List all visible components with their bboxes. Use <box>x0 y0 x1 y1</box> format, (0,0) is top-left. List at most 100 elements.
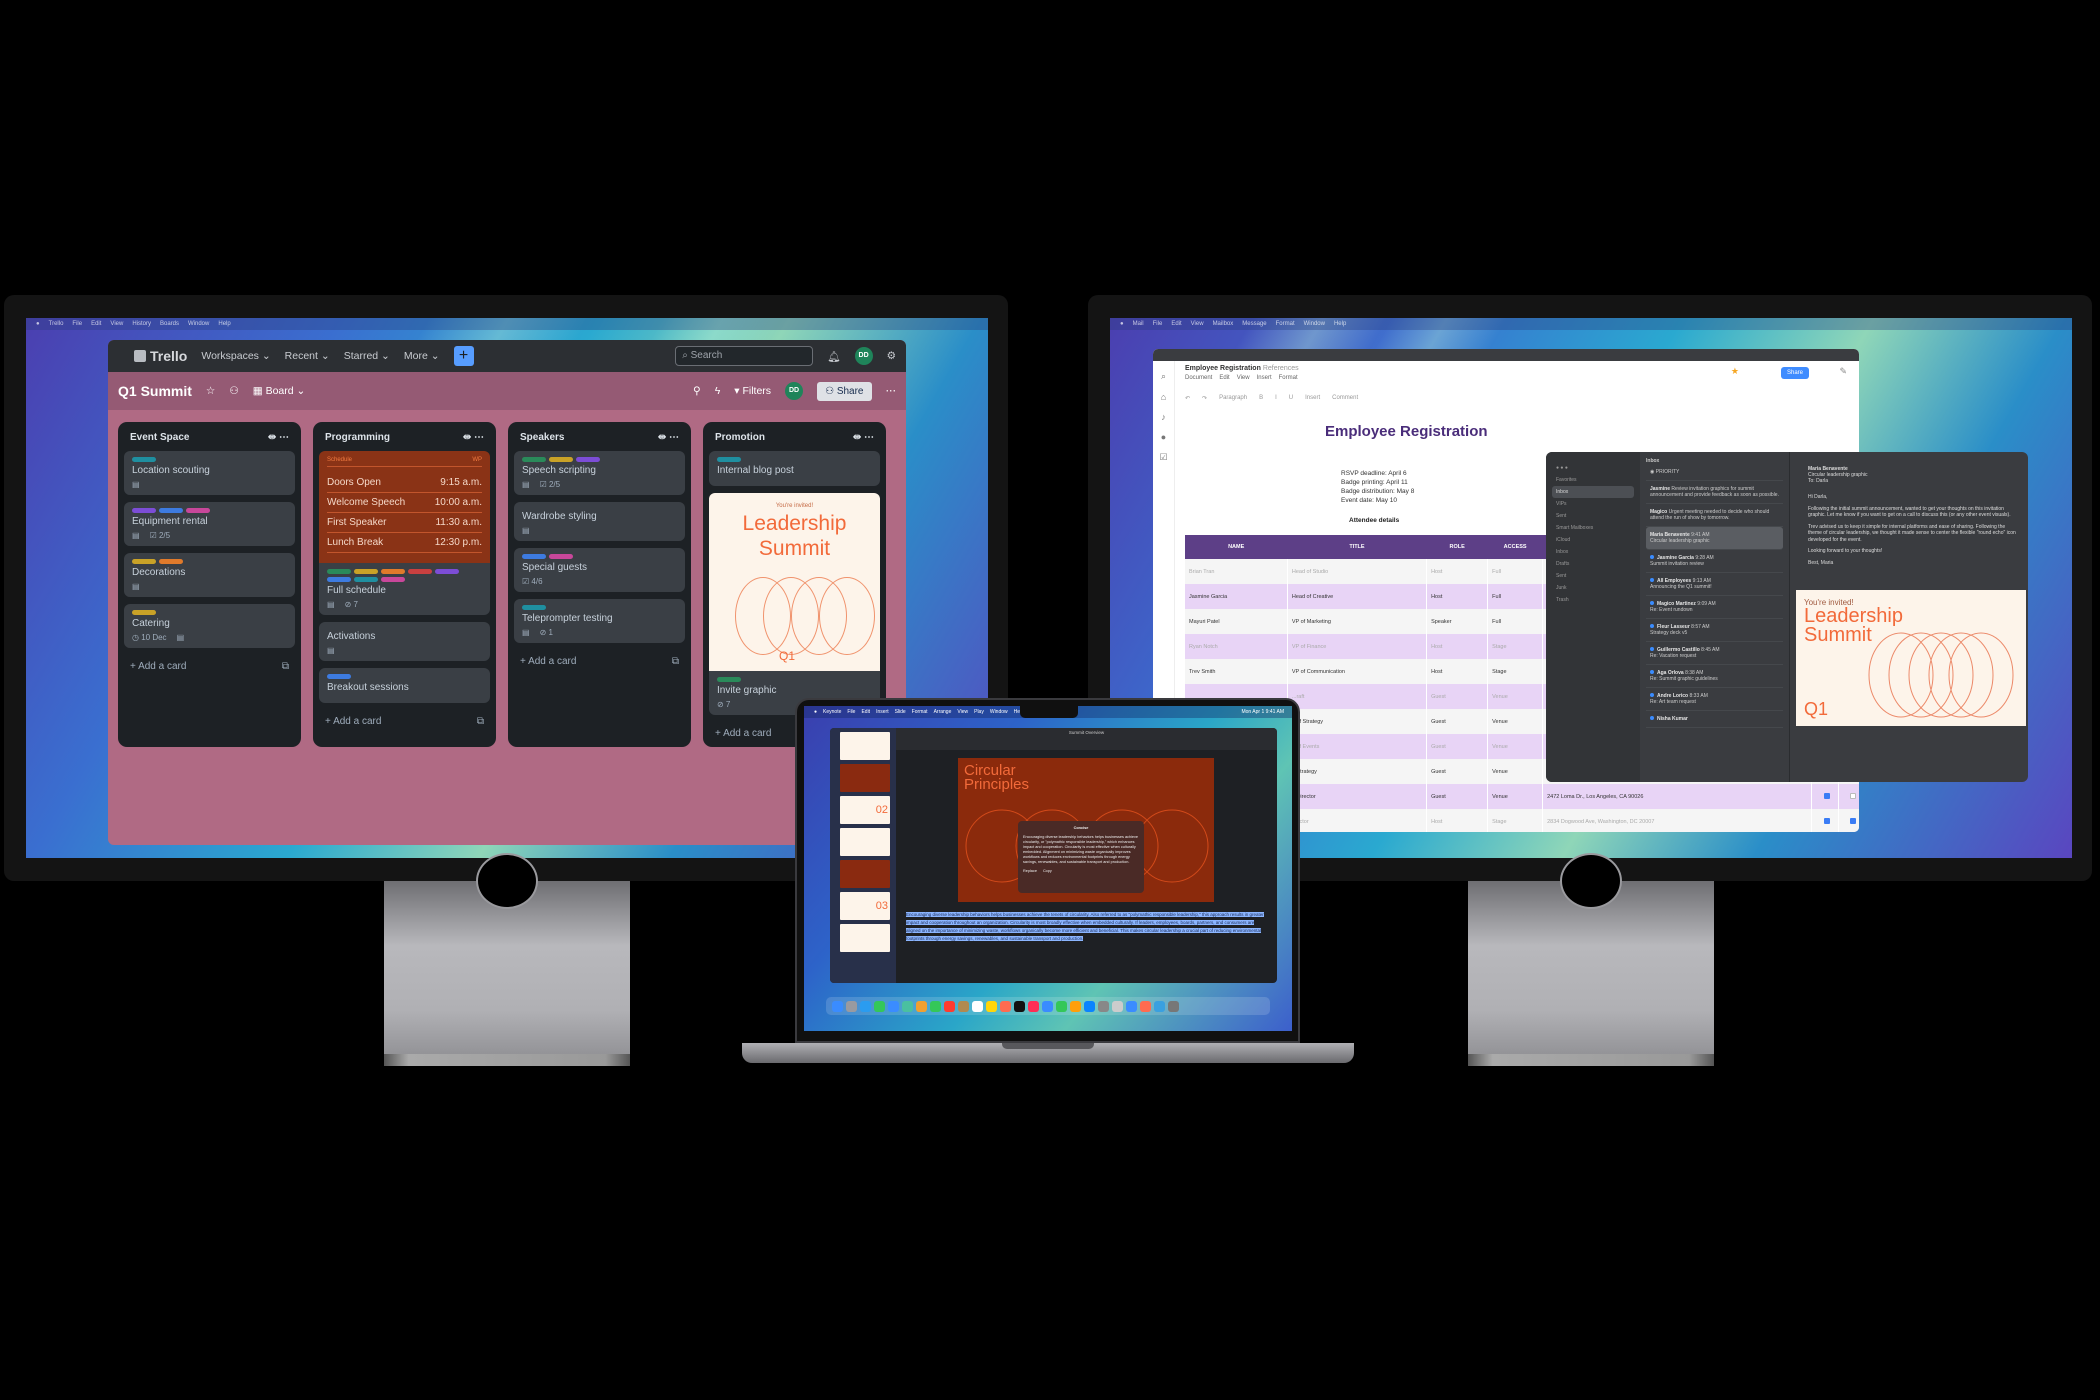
menu-item[interactable]: Keynote <box>823 709 841 715</box>
label[interactable] <box>327 577 351 582</box>
nav-starred[interactable]: Starred ⌄ <box>344 350 390 362</box>
sidebar-item[interactable]: Drafts <box>1552 558 1634 570</box>
add-card-button[interactable]: + Add a card ⧉ <box>124 655 295 672</box>
slide-thumbnail[interactable] <box>840 764 890 792</box>
label[interactable] <box>522 605 546 610</box>
presenter-notes[interactable]: Encouraging diverse leadership behaviors… <box>906 911 1270 943</box>
menu-item[interactable]: Edit <box>861 709 870 715</box>
more-icon[interactable]: ⋯ <box>886 385 897 397</box>
slide-thumbnail[interactable]: 03 <box>840 892 890 920</box>
message-item[interactable]: Fleur Lasseur 8:57 AM Strategy deck v5 <box>1646 619 1783 642</box>
label[interactable] <box>522 554 546 559</box>
sidebar-item[interactable]: VIPs <box>1552 498 1634 510</box>
dock-app-icon[interactable] <box>944 1000 955 1012</box>
dock-app-icon[interactable] <box>1140 1000 1151 1012</box>
card[interactable]: Location scouting ▤ <box>124 451 295 495</box>
automation-icon[interactable]: ϟ <box>715 385 721 397</box>
slide-thumbnail[interactable] <box>840 924 890 952</box>
add-card-button[interactable]: + Add a card ⧉ <box>319 710 490 727</box>
doc-menu-item[interactable]: Insert <box>1257 375 1272 381</box>
message-item[interactable]: Guillermo Castillo 8:45 AM Re: Vacation r… <box>1646 642 1783 665</box>
more-icon[interactable]: ⋯ <box>864 432 874 443</box>
more-icon[interactable]: ⋯ <box>474 432 484 443</box>
visibility-icon[interactable]: ⚇ <box>229 385 238 397</box>
card[interactable]: Internal blog post <box>709 451 880 486</box>
home-icon[interactable]: ⌂ <box>1153 392 1174 402</box>
label[interactable] <box>522 457 546 462</box>
menu-item[interactable]: View <box>110 321 123 327</box>
label[interactable] <box>381 577 405 582</box>
dock-app-icon[interactable] <box>986 1000 997 1012</box>
menu-item[interactable]: History <box>132 321 151 327</box>
dock-app-icon[interactable] <box>1154 1000 1165 1012</box>
share-button[interactable]: ⚇ Share <box>817 381 872 401</box>
message-item[interactable]: All Employees 9:13 AM Announcing the Q1 s… <box>1646 573 1783 596</box>
schedule-card-cover[interactable]: Schedule WP Doors Open 9:15 a.m. Welcome Spe… <box>319 451 490 563</box>
card[interactable]: Catering ◷ 10 Dec ▤ <box>124 604 295 648</box>
label[interactable] <box>132 610 156 615</box>
label[interactable] <box>549 457 573 462</box>
menu-item[interactable]: Slide <box>895 709 906 715</box>
collapse-icon[interactable]: ⇹ <box>268 432 279 443</box>
apple-icon[interactable]: ● <box>814 709 817 715</box>
label[interactable] <box>381 569 405 574</box>
redo-icon[interactable]: ↷ <box>1202 395 1207 402</box>
label[interactable] <box>354 569 378 574</box>
italic-icon[interactable]: I <box>1275 395 1277 402</box>
sidebar-item[interactable]: Sent <box>1552 570 1634 582</box>
card[interactable]: Equipment rental ▤ ☑ 2/5 <box>124 502 295 546</box>
dock-app-icon[interactable] <box>874 1000 885 1012</box>
menu-item[interactable]: Help <box>218 321 230 327</box>
board-title[interactable]: Q1 Summit <box>118 383 192 399</box>
checkbox[interactable] <box>1823 817 1830 824</box>
message-item[interactable]: Jasmine Garcia 9:28 AM Summit invitation … <box>1646 550 1783 573</box>
menu-item[interactable]: File <box>847 709 855 715</box>
label[interactable] <box>132 559 156 564</box>
menu-item[interactable]: File <box>1153 321 1163 327</box>
checkbox[interactable] <box>1850 817 1857 824</box>
doc-menu-item[interactable]: View <box>1237 375 1250 381</box>
dock-app-icon[interactable] <box>1014 1000 1025 1012</box>
nav-workspaces[interactable]: Workspaces ⌄ <box>201 350 270 362</box>
card[interactable]: Wardrobe styling ▤ <box>514 502 685 541</box>
breadcrumb[interactable]: References <box>1263 365 1299 372</box>
undo-icon[interactable]: ↶ <box>1185 395 1190 402</box>
avatar[interactable]: DD <box>854 347 873 365</box>
doc-menu-item[interactable]: Edit <box>1219 375 1229 381</box>
card[interactable]: Activations ▤ <box>319 622 490 661</box>
label[interactable] <box>549 554 573 559</box>
message-item[interactable]: Nisha Kumar <box>1646 711 1783 728</box>
sidebar-item[interactable]: Trash <box>1552 594 1634 606</box>
dock-app-icon[interactable] <box>902 1000 913 1012</box>
view-switcher[interactable]: ▦ Board ⌄ <box>253 385 306 397</box>
chat-icon[interactable]: ● <box>1153 432 1174 442</box>
edit-icon[interactable]: ✎ <box>1839 366 1847 377</box>
menu-item[interactable]: Trello <box>49 321 64 327</box>
dock-app-icon[interactable] <box>846 1000 857 1012</box>
dock-app-icon[interactable] <box>888 1000 899 1012</box>
menu-item[interactable]: Play <box>974 709 984 715</box>
label[interactable] <box>435 569 459 574</box>
star-icon[interactable]: ★ <box>1731 366 1739 377</box>
label[interactable] <box>327 674 351 679</box>
collapse-icon[interactable]: ⇹ <box>463 432 474 443</box>
dock-app-icon[interactable] <box>1000 1000 1011 1012</box>
priority-item[interactable]: Jasmine Review invitation graphics for s… <box>1646 481 1783 504</box>
label[interactable] <box>717 677 741 682</box>
notifications-icon[interactable]: 🔔︎ <box>827 350 840 363</box>
star-icon[interactable]: ☆ <box>206 385 215 397</box>
list-title[interactable]: Promotion <box>715 432 765 443</box>
apple-icon[interactable]: ● <box>1120 321 1124 327</box>
dock-app-icon[interactable] <box>1056 1000 1067 1012</box>
menu-item[interactable]: Format <box>1276 321 1295 327</box>
menu-item[interactable]: File <box>72 321 82 327</box>
menu-item[interactable]: Format <box>912 709 928 715</box>
message-item[interactable]: Andre Lorico 8:33 AM Re: Art team request <box>1646 688 1783 711</box>
dock-app-icon[interactable] <box>972 1000 983 1012</box>
share-button[interactable]: Share <box>1780 367 1809 379</box>
sidebar-item[interactable]: Junk <box>1552 582 1634 594</box>
dock-app-icon[interactable] <box>832 1000 843 1012</box>
replace-button[interactable]: Replace <box>1023 869 1037 874</box>
slide-thumbnail[interactable]: 02 <box>840 796 890 824</box>
menu-item[interactable]: Message <box>1242 321 1266 327</box>
